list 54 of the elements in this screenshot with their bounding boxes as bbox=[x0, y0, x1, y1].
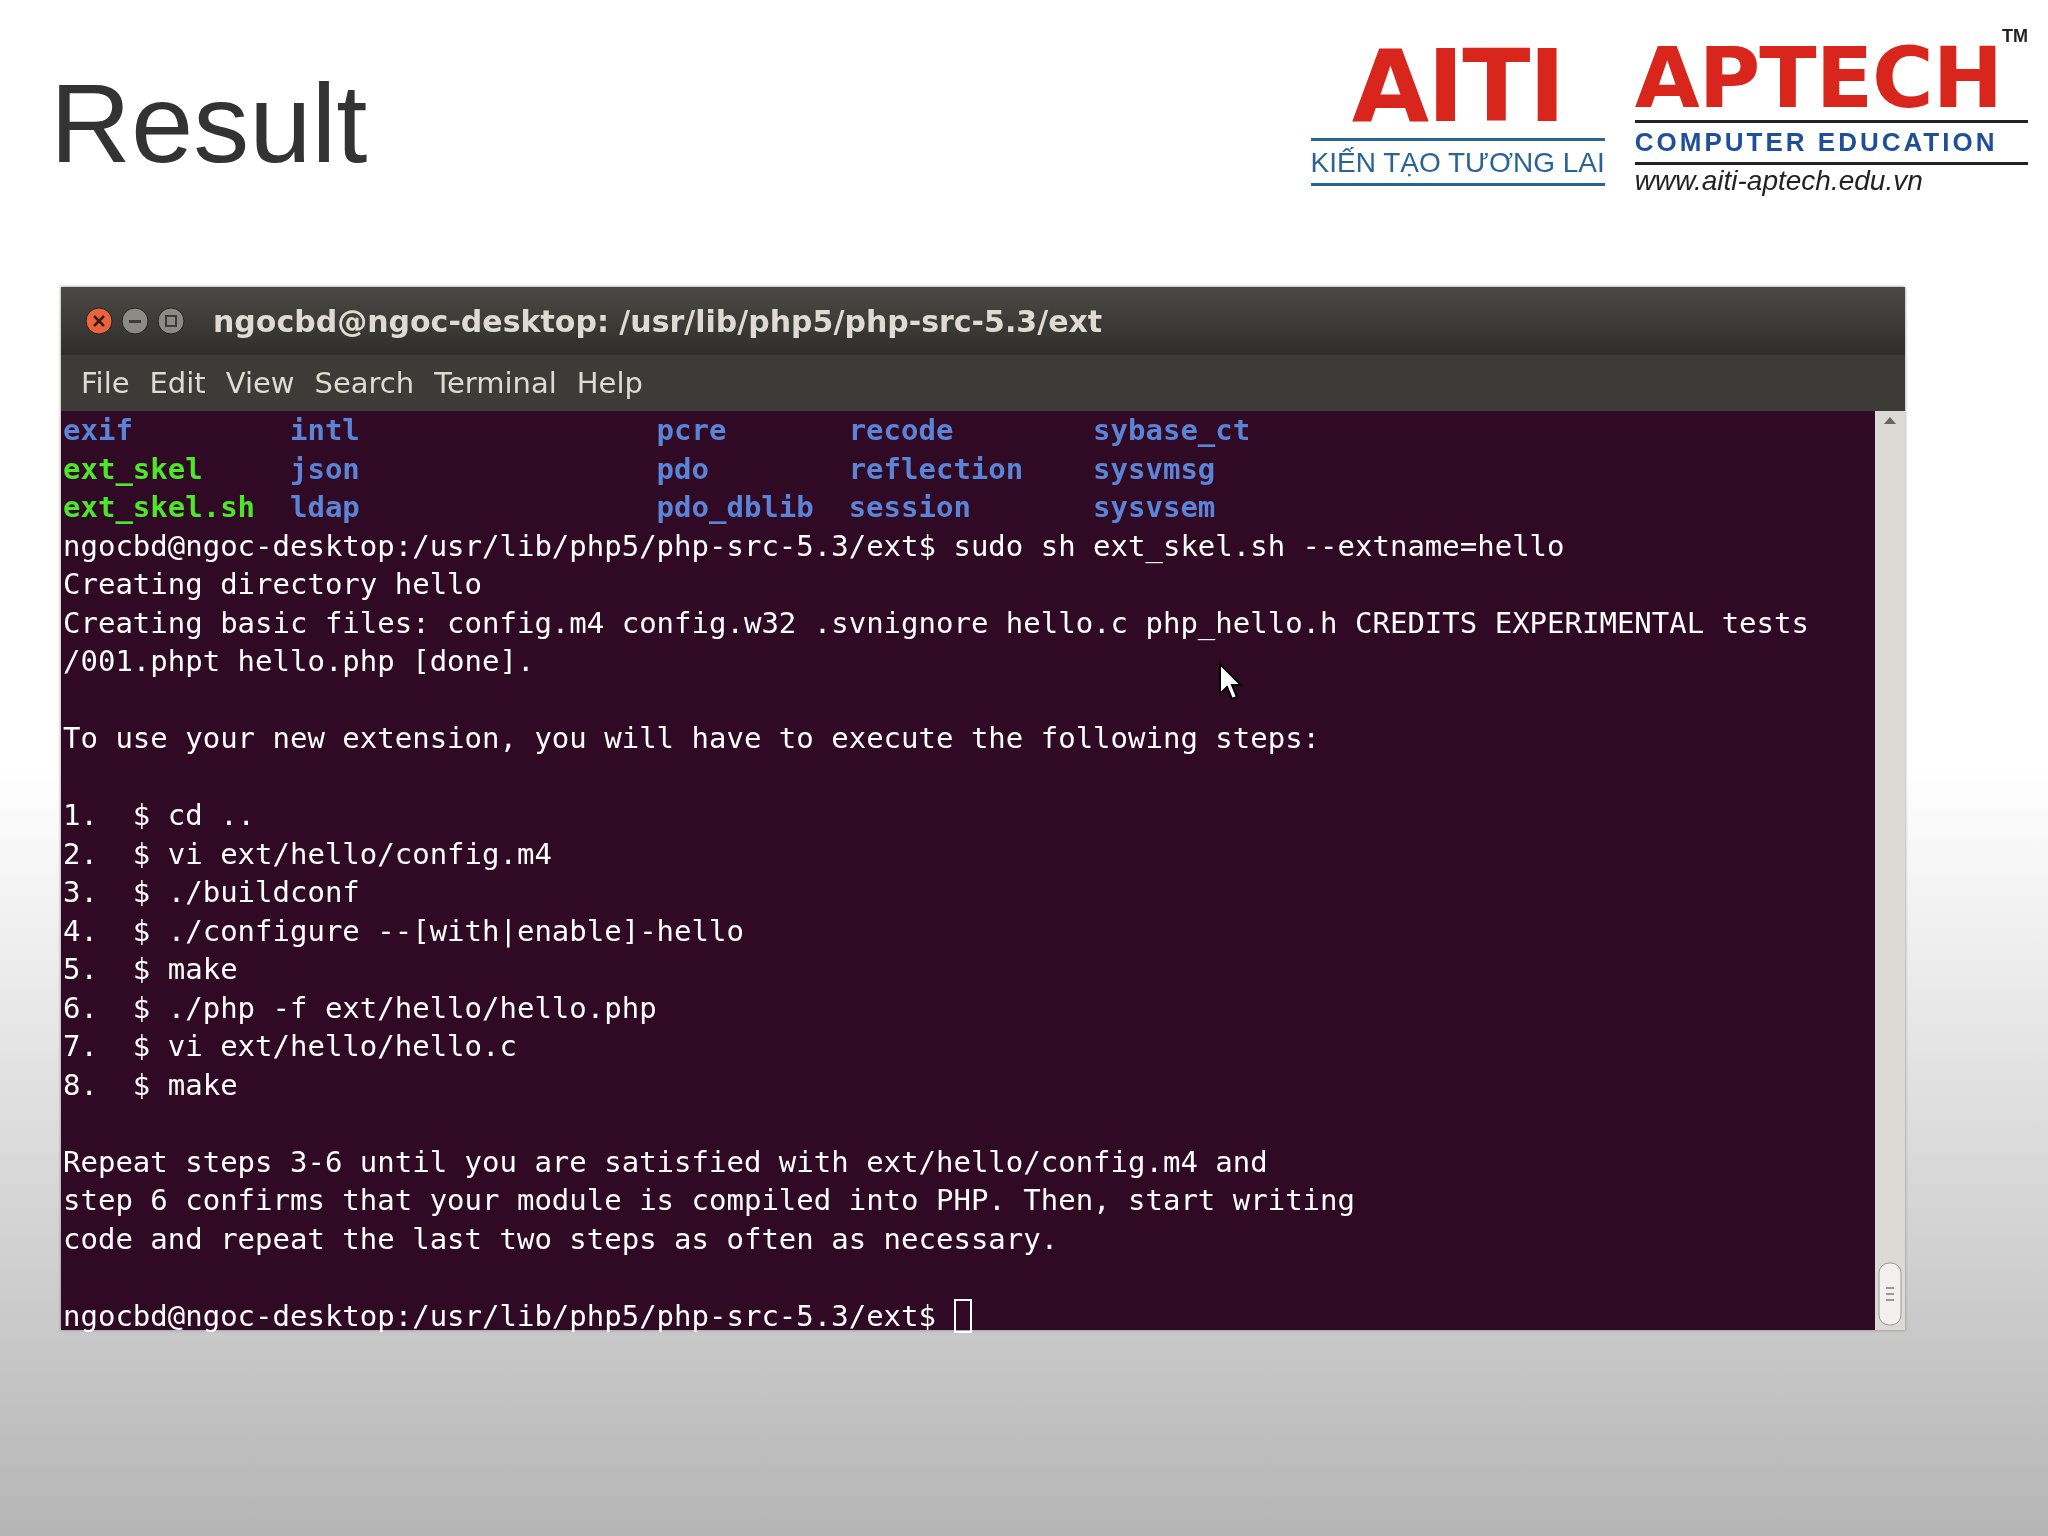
terminal-line: 3. $ ./buildconf bbox=[63, 874, 361, 911]
file-name: intl bbox=[289, 412, 361, 449]
file-name: sysvsem bbox=[1093, 489, 1217, 526]
terminal-line: 4. $ ./configure --[with|enable]-hello bbox=[63, 912, 745, 950]
trademark: TM bbox=[2002, 26, 2028, 47]
terminal-line: Creating directory hello bbox=[63, 566, 484, 603]
terminal-line: 6. $ ./php -f ext/hello/hello.php bbox=[63, 989, 658, 1027]
close-icon[interactable] bbox=[85, 307, 113, 335]
terminal-line: /001.phpt hello.php [done]. bbox=[63, 643, 536, 680]
terminal-line: ngocbd@ngoc-desktop:/usr/lib/php5/php-src-5.3/ext$ sudo sh ext_skel.sh --extname=hello bbox=[63, 527, 1566, 565]
terminal-line: 1. $ cd .. bbox=[63, 797, 257, 834]
logo-tagline: KIẾN TẠO TƯƠNG LAI bbox=[1310, 138, 1605, 186]
file-name: exif bbox=[63, 412, 134, 449]
terminal-line: 2. $ vi ext/hello/config.m4 bbox=[63, 835, 553, 873]
file-name: pdo_dblib bbox=[656, 489, 815, 526]
file-name: session bbox=[848, 489, 972, 526]
terminal-line: 5. $ make bbox=[63, 951, 239, 988]
scrollbar[interactable] bbox=[1875, 411, 1905, 1330]
logo-brand: AITI bbox=[1351, 42, 1564, 132]
file-name: sysvmsg bbox=[1093, 450, 1217, 488]
text-cursor bbox=[954, 1298, 972, 1333]
logo-name: APTECH bbox=[1634, 36, 2002, 120]
file-name: sybase_ct bbox=[1093, 412, 1252, 449]
menu-item[interactable]: Edit bbox=[147, 366, 220, 400]
terminal-line: code and repeat the last two steps as often as necessary. bbox=[63, 1220, 1060, 1258]
file-name: recode bbox=[848, 412, 955, 449]
file-name: reflection bbox=[848, 450, 1025, 488]
logo-subtitle: COMPUTER EDUCATION bbox=[1634, 120, 2028, 165]
file-name: ext_skel.sh bbox=[63, 489, 257, 526]
file-name: pcre bbox=[656, 412, 728, 449]
menu-item[interactable]: Search bbox=[312, 366, 429, 400]
scroll-thumb[interactable] bbox=[1878, 1262, 1902, 1326]
file-name: ext_skel bbox=[63, 450, 204, 488]
terminal-line: 7. $ vi ext/hello/hello.c bbox=[63, 1028, 518, 1065]
file-name: ldap bbox=[289, 489, 361, 526]
file-name: pdo bbox=[656, 450, 710, 488]
slide-title: Result bbox=[50, 62, 368, 186]
menu-item[interactable]: Terminal bbox=[432, 366, 571, 400]
menu-item[interactable]: View bbox=[223, 366, 309, 400]
terminal-line: Repeat steps 3-6 until you are satisfied with ext/hello/config.m4 and bbox=[63, 1143, 1269, 1181]
terminal-line: To use your new extension, you will have to execute the following steps: bbox=[63, 720, 1322, 757]
terminal-line: step 6 confirms that your module is compiled into PHP. Then, start writing bbox=[63, 1182, 1356, 1219]
minimize-icon[interactable] bbox=[121, 307, 149, 335]
terminal-prompt: ngocbd@ngoc-desktop:/usr/lib/php5/php-src-5.3/ext$ bbox=[63, 1297, 936, 1335]
terminal-line: 8. $ make bbox=[63, 1066, 239, 1104]
terminal-line: Creating basic files: config.m4 config.w32 .svnignore hello.c php_hello.h CREDITS EXPERIMENTAL tests bbox=[63, 604, 1810, 642]
logo-url: www.aiti-aptech.edu.vn bbox=[1634, 165, 1924, 197]
window-title: ngocbd@ngoc-desktop: /usr/lib/php5/php-src-5.3/ext bbox=[213, 303, 1103, 339]
file-name: json bbox=[289, 450, 361, 488]
mouse-pointer-icon bbox=[1218, 662, 1244, 702]
menu-item[interactable]: Help bbox=[574, 366, 657, 400]
menu-item[interactable]: File bbox=[79, 366, 144, 400]
scroll-up-icon[interactable] bbox=[1883, 415, 1897, 425]
maximize-icon[interactable] bbox=[157, 307, 185, 335]
